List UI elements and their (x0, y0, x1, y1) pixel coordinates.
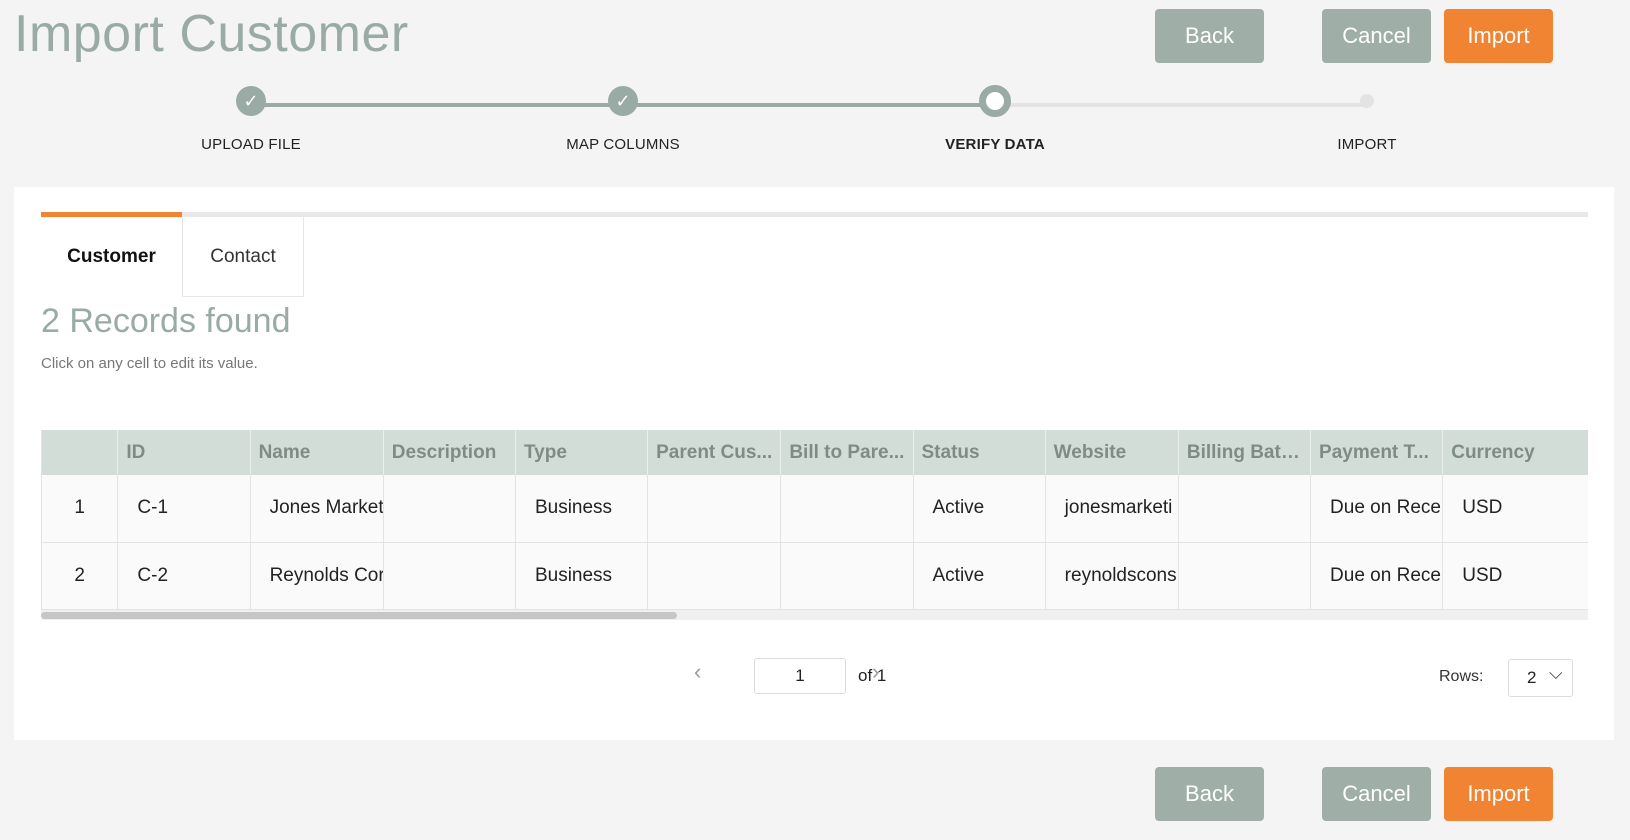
rows-per-page-value: 2 (1527, 668, 1537, 687)
cell-name[interactable]: Reynolds Cor (250, 542, 384, 610)
cell-index: 1 (41, 475, 119, 543)
scrollbar-thumb[interactable] (41, 612, 677, 619)
rows-per-page-select[interactable]: 2 ⌵ (1508, 659, 1573, 697)
records-count-title: 2 Records found (41, 302, 291, 340)
prev-page-chevron-left-icon[interactable]: ‹ (694, 659, 701, 685)
cell-name[interactable]: Jones Market (250, 475, 384, 543)
step-label-verify: VERIFY DATA (945, 136, 1045, 153)
cell-description[interactable] (383, 475, 516, 543)
cell-billing-batch[interactable] (1178, 475, 1312, 543)
cell-index: 2 (41, 542, 119, 610)
page-number-input[interactable] (754, 658, 846, 694)
cell-website[interactable]: reynoldscons (1045, 542, 1179, 610)
data-table: ID Name Description Type Parent Cus... B… (41, 430, 1588, 610)
cell-currency[interactable]: USD (1442, 475, 1588, 543)
cell-status[interactable]: Active (913, 475, 1046, 543)
step-label-map: MAP COLUMNS (566, 136, 680, 153)
col-header-name[interactable]: Name (250, 430, 384, 475)
cancel-button-top[interactable]: Cancel (1322, 9, 1431, 63)
col-header-currency[interactable]: Currency (1442, 430, 1588, 475)
col-header-parent-customer[interactable]: Parent Cus... (647, 430, 782, 475)
cell-type[interactable]: Business (515, 475, 649, 543)
step-verify-current-icon (979, 85, 1011, 117)
verify-card: Customer Contact 2 Records found Click o… (14, 187, 1614, 740)
col-header-description[interactable]: Description (383, 430, 516, 475)
table-row: 1 C-1 Jones Market Business Active jones… (41, 475, 1588, 543)
col-header-id[interactable]: ID (117, 430, 251, 475)
col-header-website[interactable]: Website (1045, 430, 1179, 475)
col-header-type[interactable]: Type (515, 430, 649, 475)
step-connector-3 (995, 103, 1367, 107)
import-button-top[interactable]: Import (1444, 9, 1553, 63)
cell-website[interactable]: jonesmarketi (1045, 475, 1179, 543)
next-page-chevron-right-icon[interactable]: › (872, 659, 879, 685)
import-button-bottom[interactable]: Import (1444, 767, 1553, 821)
step-map-check-icon: ✓ (608, 86, 638, 116)
horizontal-scrollbar[interactable] (41, 610, 1588, 620)
col-header-billing-batch[interactable]: Billing Batch (1178, 430, 1312, 475)
col-header-payment-terms[interactable]: Payment T... (1310, 430, 1444, 475)
data-table-container: ID Name Description Type Parent Cus... B… (41, 430, 1588, 610)
cell-payment-terms[interactable]: Due on Recei (1310, 542, 1444, 610)
cell-description[interactable] (383, 542, 516, 610)
cell-id[interactable]: C-2 (117, 542, 251, 610)
back-button-top[interactable]: Back (1155, 9, 1264, 63)
cancel-button-bottom[interactable]: Cancel (1322, 767, 1431, 821)
step-label-upload: UPLOAD FILE (201, 136, 301, 153)
step-connector-1 (251, 103, 623, 107)
cell-id[interactable]: C-1 (117, 475, 251, 543)
cell-status[interactable]: Active (913, 542, 1046, 610)
table-row: 2 C-2 Reynolds Cor Business Active reyno… (41, 542, 1588, 610)
step-import-pending-icon (1360, 94, 1374, 108)
cell-bill-to-parent[interactable] (780, 542, 914, 610)
cell-billing-batch[interactable] (1178, 542, 1312, 610)
cell-parent-customer[interactable] (647, 542, 782, 610)
cell-currency[interactable]: USD (1442, 542, 1588, 610)
cell-parent-customer[interactable] (647, 475, 782, 543)
chevron-down-icon: ⌵ (1549, 663, 1563, 683)
edit-hint: Click on any cell to edit its value. (41, 355, 258, 372)
col-header-status[interactable]: Status (913, 430, 1046, 475)
table-header-row: ID Name Description Type Parent Cus... B… (41, 430, 1588, 475)
step-upload-check-icon: ✓ (236, 86, 266, 116)
tab-contact[interactable]: Contact (182, 217, 304, 297)
tab-customer[interactable]: Customer (41, 217, 182, 297)
cell-type[interactable]: Business (515, 542, 649, 610)
step-label-import: IMPORT (1337, 136, 1397, 153)
col-header-index[interactable] (41, 430, 119, 475)
page-title: Import Customer (14, 5, 409, 63)
back-button-bottom[interactable]: Back (1155, 767, 1264, 821)
rows-per-page-label: Rows: (1439, 668, 1484, 685)
col-header-bill-to-parent[interactable]: Bill to Pare... (780, 430, 914, 475)
cell-payment-terms[interactable]: Due on Recei (1310, 475, 1444, 543)
step-connector-2 (623, 103, 995, 107)
cell-bill-to-parent[interactable] (780, 475, 914, 543)
